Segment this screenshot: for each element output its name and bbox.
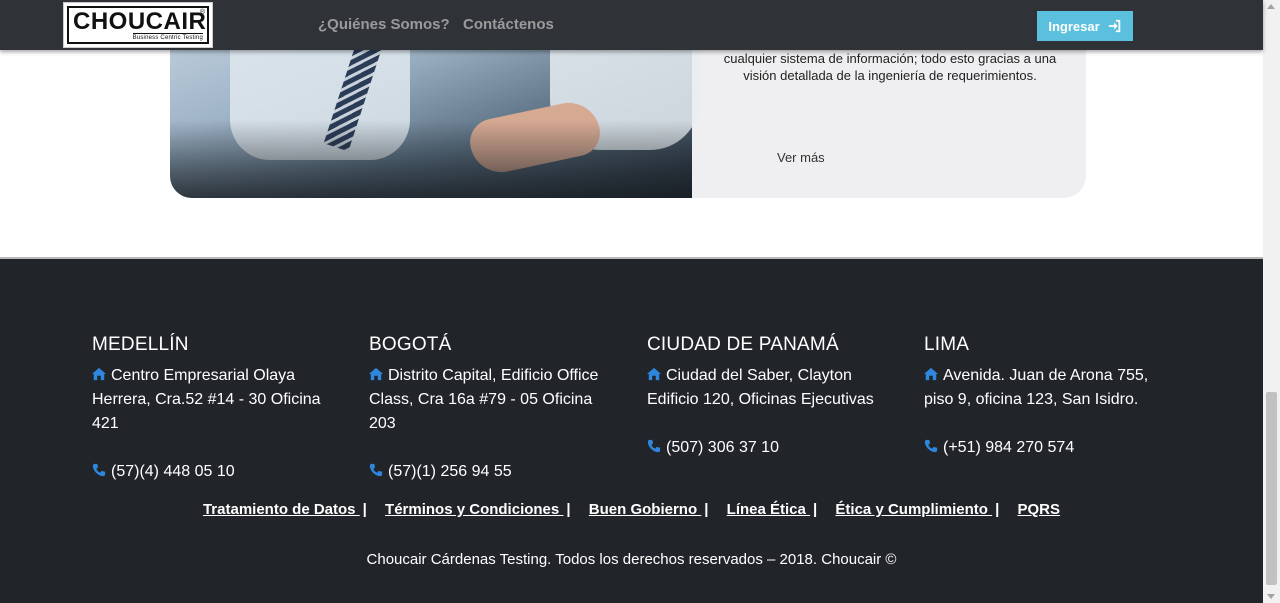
office-panama: CIUDAD DE PANAMÁ Ciudad del Saber, Clayt… — [647, 334, 887, 460]
office-medellin: MEDELLÍN Centro Empresarial Olaya Herrer… — [92, 334, 332, 484]
login-button-label: Ingresar — [1048, 18, 1100, 34]
link-tratamiento-datos[interactable]: Tratamiento de Datos — [203, 501, 360, 518]
phone-icon — [369, 463, 383, 477]
photo-shadow — [170, 120, 692, 198]
scroll-up-arrow-icon[interactable] — [1267, 4, 1275, 9]
office-address-text: Centro Empresarial Olaya Herrera, Cra.52… — [92, 367, 321, 432]
scrollbar-thumb[interactable] — [1266, 392, 1277, 585]
office-address: Centro Empresarial Olaya Herrera, Cra.52… — [92, 364, 332, 436]
logo-tagline: Business Centric Testing — [132, 33, 203, 41]
office-city: CIUDAD DE PANAMÁ — [647, 334, 839, 355]
office-address-text: Distrito Capital, Edificio Office Class,… — [369, 367, 599, 432]
office-phone-text: (+51) 984 270 574 — [943, 439, 1075, 456]
link-pqrs[interactable]: PQRS — [1018, 501, 1061, 518]
home-icon — [369, 367, 383, 381]
scroll-down-arrow-icon[interactable] — [1267, 594, 1275, 599]
top-navbar: CHOUCAIR ® Business Centric Testing ¿Qui… — [0, 0, 1263, 50]
phone-icon — [924, 439, 938, 453]
logo-text: CHOUCAIR — [73, 8, 207, 35]
card-description: cualquier sistema de información; todo e… — [723, 51, 1057, 83]
link-separator: | — [362, 501, 367, 518]
home-icon — [924, 367, 938, 381]
office-phone-text: (57)(4) 448 05 10 — [111, 463, 235, 480]
login-button[interactable]: Ingresar — [1037, 11, 1133, 41]
link-separator: | — [995, 501, 1000, 518]
phone-icon — [92, 463, 106, 477]
office-phone-text: (57)(1) 256 94 55 — [388, 463, 512, 480]
sign-in-icon — [1108, 19, 1120, 33]
office-address: Ciudad del Saber, Clayton Edificio 120, … — [647, 364, 887, 412]
choucair-logo[interactable]: CHOUCAIR ® Business Centric Testing — [63, 2, 213, 48]
office-address-text: Avenida. Juan de Arona 755, piso 9, ofic… — [924, 367, 1149, 408]
footer-legal-links: Tratamiento de Datos | Términos y Condic… — [0, 501, 1263, 518]
link-separator: | — [813, 501, 818, 518]
link-separator: | — [566, 501, 571, 518]
link-etica-cumplimiento[interactable]: Ética y Cumplimiento — [835, 501, 992, 518]
office-city: MEDELLÍN — [92, 334, 189, 355]
link-buen-gobierno[interactable]: Buen Gobierno — [589, 501, 702, 518]
home-icon — [647, 367, 661, 381]
office-lima: LIMA Avenida. Juan de Arona 755, piso 9,… — [924, 334, 1164, 460]
site-footer: MEDELLÍN Centro Empresarial Olaya Herrer… — [0, 257, 1263, 603]
office-address: Distrito Capital, Edificio Office Class,… — [369, 364, 609, 436]
copyright-text: Choucair Cárdenas Testing. Todos los der… — [366, 551, 897, 568]
link-linea-etica[interactable]: Línea Ética — [727, 501, 810, 518]
office-phone: (57)(4) 448 05 10 — [92, 460, 332, 484]
page-scrollbar[interactable] — [1263, 0, 1280, 603]
ver-mas-link[interactable]: Ver más — [777, 150, 825, 165]
office-phone: (+51) 984 270 574 — [924, 436, 1164, 460]
logo-frame: CHOUCAIR ® Business Centric Testing — [67, 6, 209, 44]
phone-icon — [647, 439, 661, 453]
office-phone: (507) 306 37 10 — [647, 436, 887, 460]
nav-link-quienes-somos[interactable]: ¿Quiénes Somos? — [318, 16, 450, 33]
link-separator: | — [704, 501, 709, 518]
logo-registered-mark: ® — [199, 9, 205, 16]
nav-link-contactenos[interactable]: Contáctenos — [463, 16, 554, 33]
office-city: BOGOTÁ — [369, 334, 452, 355]
office-address: Avenida. Juan de Arona 755, piso 9, ofic… — [924, 364, 1164, 412]
link-terminos-condiciones[interactable]: Términos y Condiciones — [385, 501, 563, 518]
home-icon — [92, 367, 106, 381]
office-address-text: Ciudad del Saber, Clayton Edificio 120, … — [647, 367, 874, 408]
office-phone: (57)(1) 256 94 55 — [369, 460, 609, 484]
office-bogota: BOGOTÁ Distrito Capital, Edificio Office… — [369, 334, 609, 484]
office-phone-text: (507) 306 37 10 — [666, 439, 779, 456]
office-city: LIMA — [924, 334, 970, 355]
